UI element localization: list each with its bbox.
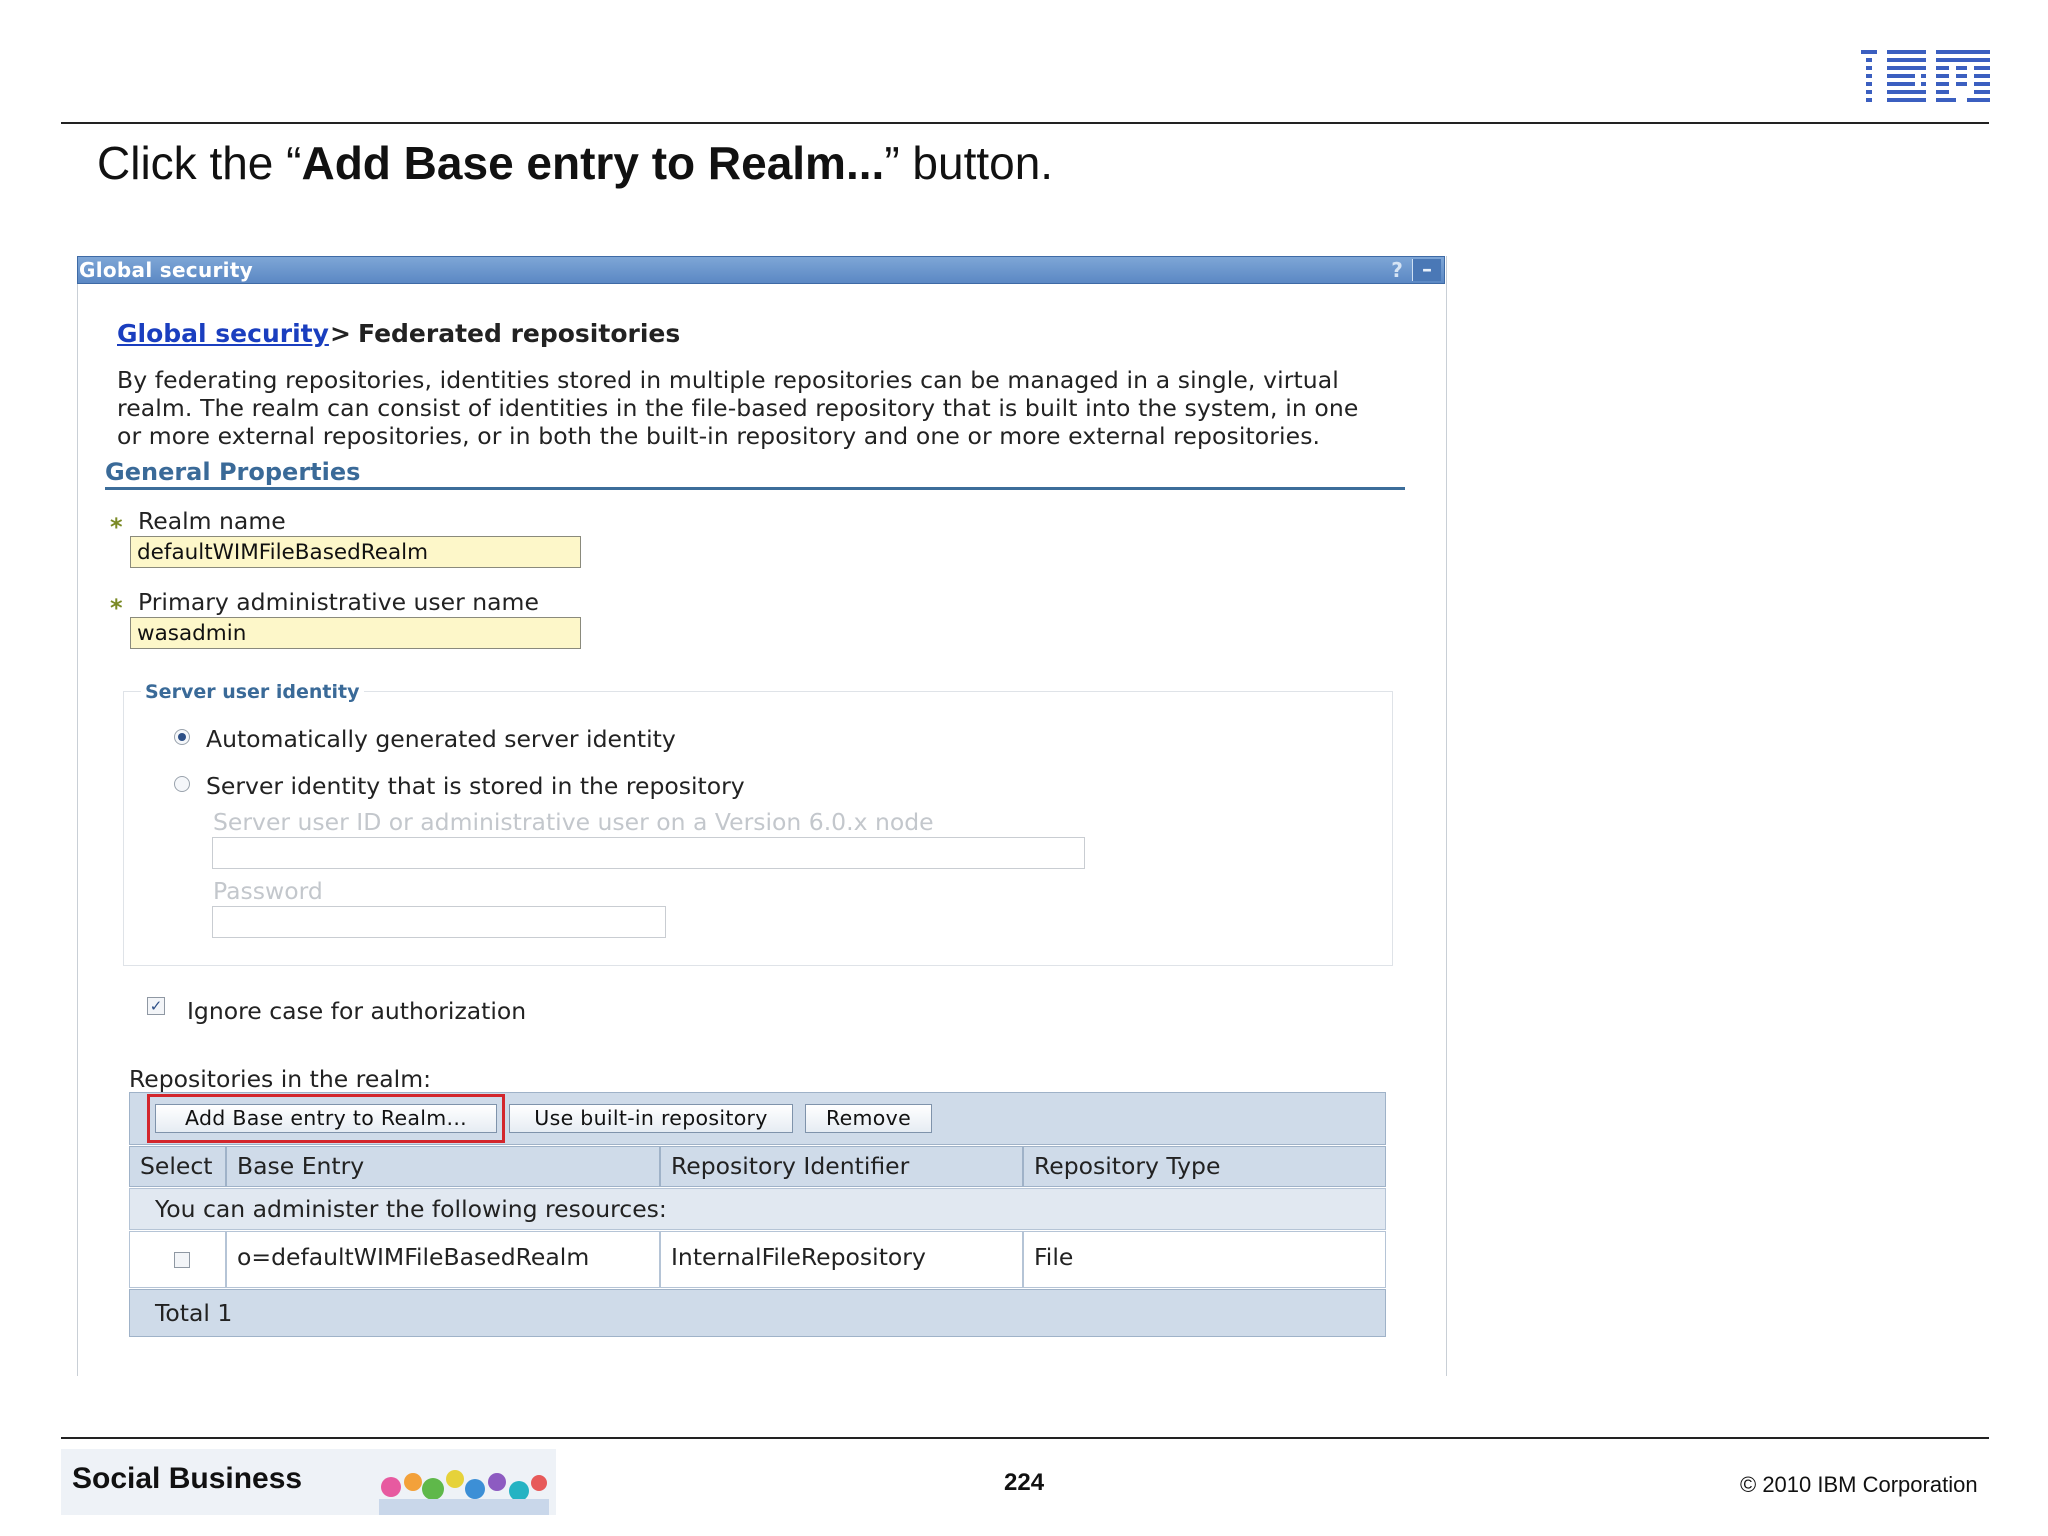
general-properties-heading: General Properties [105, 458, 361, 486]
breadcrumb-current: Federated repositories [358, 319, 681, 348]
primary-admin-field[interactable] [130, 617, 581, 649]
realm-name-field[interactable] [130, 536, 581, 568]
required-icon: * [110, 513, 123, 541]
auto-identity-radio[interactable] [174, 729, 190, 745]
table-cell-repository-identifier[interactable]: InternalFileRepository [660, 1231, 1023, 1288]
auto-identity-label: Automatically generated server identity [206, 725, 676, 753]
remove-button[interactable]: Remove [805, 1104, 932, 1133]
password-label: Password [213, 877, 323, 905]
realm-name-label: Realm name [138, 507, 286, 535]
top-rule [61, 122, 1989, 124]
general-properties-rule [105, 487, 1405, 490]
row-select-checkbox[interactable] [174, 1252, 190, 1268]
breadcrumb-separator: > [330, 319, 351, 348]
bottom-rule [61, 1437, 1989, 1439]
column-header-repository-identifier[interactable]: Repository Identifier [660, 1146, 1023, 1187]
description-line-1: By federating repositories, identities s… [117, 366, 1339, 394]
ignore-case-checkbox[interactable]: ✓ [147, 997, 165, 1015]
description-line-2: realm. The realm can consist of identiti… [117, 394, 1359, 422]
panel-title: Global security [79, 258, 254, 282]
password-field[interactable] [212, 906, 666, 938]
table-cell-base-entry: o=defaultWIMFileBasedRealm [226, 1231, 660, 1288]
column-header-select: Select [129, 1146, 226, 1187]
use-builtin-repository-button[interactable]: Use built-in repository [509, 1104, 793, 1133]
copyright: © 2010 IBM Corporation [1740, 1472, 1978, 1497]
required-icon: * [110, 594, 123, 622]
stored-identity-label: Server identity that is stored in the re… [206, 772, 745, 800]
table-cell-repository-type: File [1023, 1231, 1386, 1288]
primary-admin-label: Primary administrative user name [138, 588, 539, 616]
breadcrumb-global-security-link[interactable]: Global security [117, 319, 329, 348]
add-button-highlight [147, 1094, 505, 1143]
ibm-logo [1855, 50, 1990, 106]
ignore-case-label: Ignore case for authorization [187, 997, 527, 1025]
page-number: 224 [1004, 1469, 1045, 1496]
admin-note-row: You can administer the following resourc… [129, 1188, 1386, 1230]
help-icon[interactable]: ? [1386, 259, 1408, 281]
column-header-repository-type[interactable]: Repository Type [1023, 1146, 1386, 1187]
column-header-base-entry[interactable]: Base Entry [226, 1146, 660, 1187]
server-user-id-field[interactable] [212, 837, 1085, 869]
stored-identity-radio[interactable] [174, 776, 190, 792]
panel-title-bar [77, 256, 1445, 284]
social-business-brand: Social Business [72, 1462, 303, 1495]
minimize-icon[interactable]: – [1412, 259, 1441, 281]
server-user-id-label: Server user ID or administrative user on… [213, 808, 934, 836]
repositories-label: Repositories in the realm: [129, 1065, 432, 1093]
slide-title: Click the “Add Base entry to Realm...” b… [97, 137, 1054, 189]
table-total: Total 1 [129, 1289, 1386, 1337]
server-identity-legend: Server user identity [141, 681, 364, 703]
description-line-3: or more external repositories, or in bot… [117, 422, 1321, 450]
